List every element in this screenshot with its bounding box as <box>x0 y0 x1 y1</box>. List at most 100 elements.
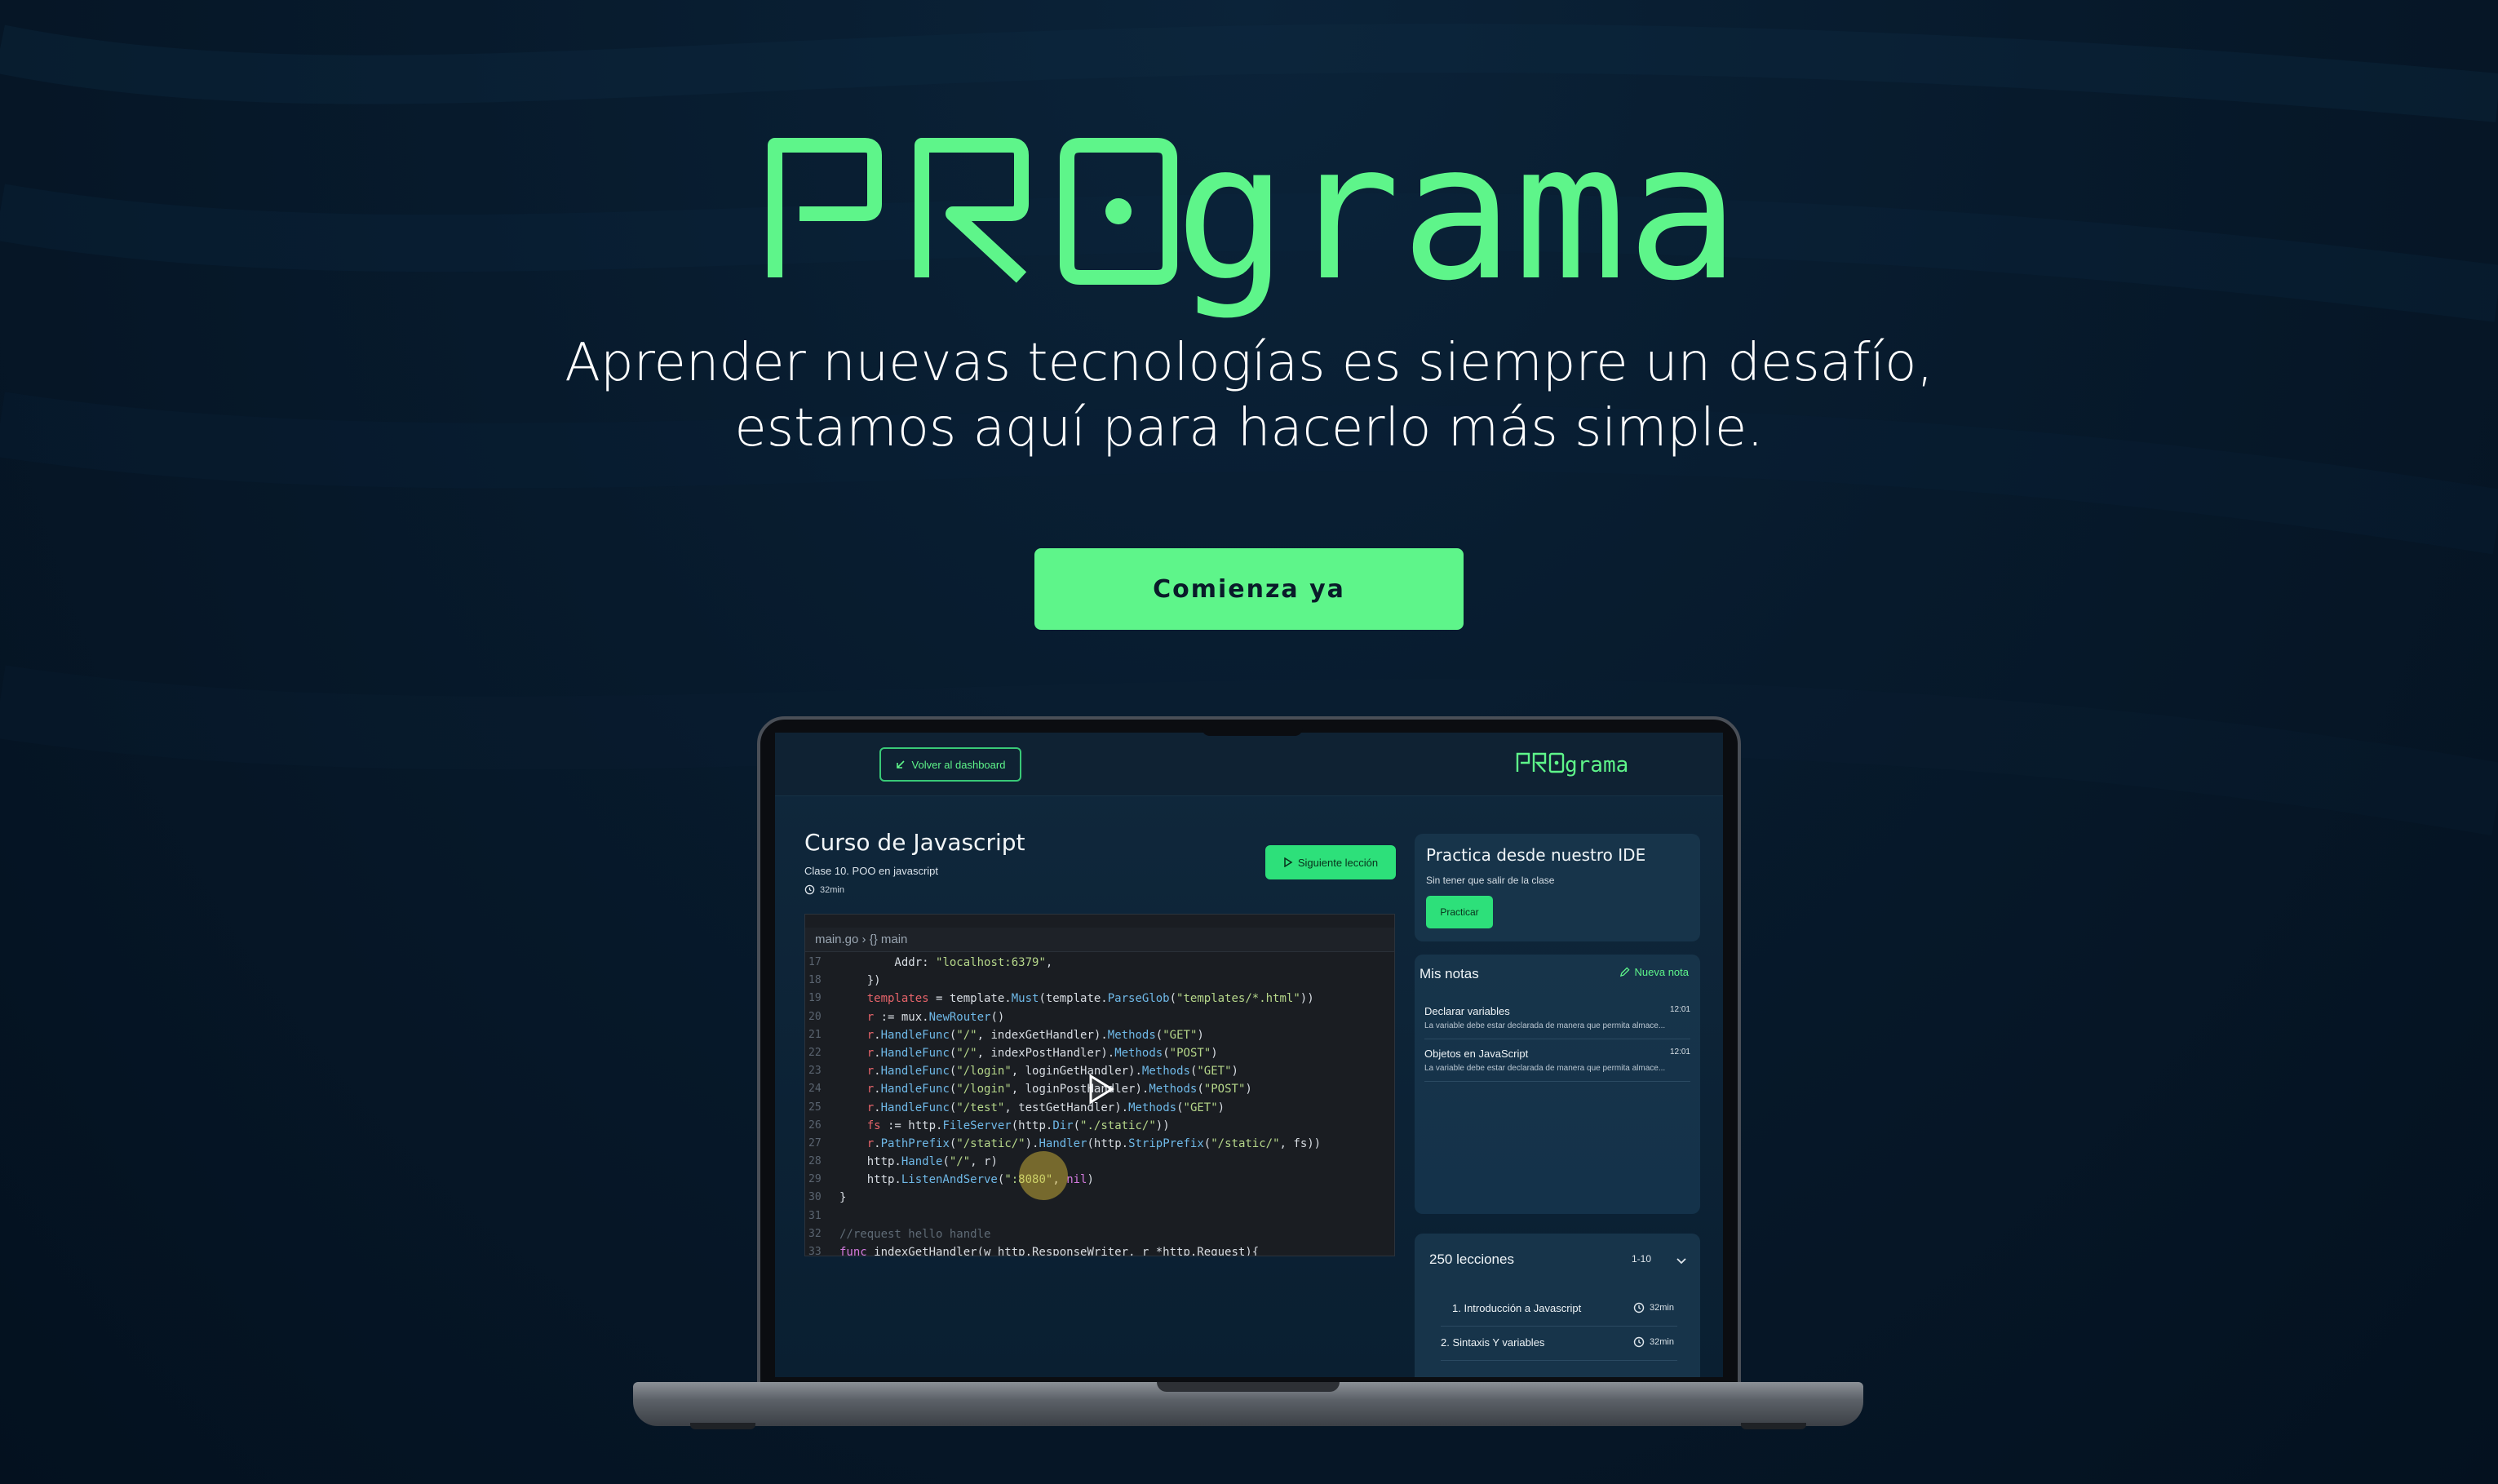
mouse-cursor-highlight <box>1019 1151 1068 1200</box>
hero-tagline: Aprender nuevas tecnologías es siempre u… <box>433 330 2065 461</box>
play-video-icon[interactable] <box>1084 1073 1117 1105</box>
line-number: 28 <box>808 1155 822 1168</box>
lesson-video-player[interactable]: main.go › {} main 17 Addr: "localhost:63… <box>804 914 1395 1256</box>
svg-text:grama: grama <box>1175 131 1730 322</box>
line-number: 31 <box>808 1209 822 1222</box>
note-time: 12:01 <box>1669 1005 1690 1014</box>
lessons-panel: 250 lecciones 1-10 1. Introducción a Jav… <box>1415 1234 1700 1377</box>
line-number: 20 <box>808 1010 822 1023</box>
lesson-duration: 32min <box>804 884 844 895</box>
note-time: 12:01 <box>1669 1048 1690 1057</box>
pencil-icon <box>1619 967 1630 977</box>
line-number: 24 <box>808 1083 822 1096</box>
lesson-list-item[interactable]: 1. Introducción a Javascript 32min <box>1441 1294 1677 1327</box>
line-number: 32 <box>808 1227 822 1240</box>
laptop-foot <box>1741 1423 1806 1429</box>
code-line: 17 Addr: "localhost:6379", <box>805 954 1394 972</box>
line-number: 22 <box>808 1046 822 1059</box>
line-number: 17 <box>808 956 822 968</box>
code-line: 33 func indexGetHandler(w http.ResponseWr… <box>805 1243 1394 1256</box>
laptop-foot <box>690 1423 755 1429</box>
code-text: fs := http.FileServer(http.Dir("./static… <box>866 1119 1170 1132</box>
app-logo: grama <box>1516 752 1628 777</box>
ide-practice-card: Practica desde nuestro IDE Sin tener que… <box>1415 834 1700 941</box>
lesson-time-text: 32min <box>1650 1303 1674 1313</box>
code-text: Addr: "localhost:6379", <box>839 956 1053 969</box>
note-title: Objetos en JavaScript <box>1424 1048 1529 1060</box>
note-title: Declarar variables <box>1424 1005 1510 1017</box>
lesson-time: 32min <box>1633 1302 1674 1313</box>
note-preview: La variable debe estar declarada de mane… <box>1424 1021 1666 1030</box>
next-lesson-label: Siguiente lección <box>1297 856 1379 869</box>
clock-icon <box>1633 1336 1645 1348</box>
code-text: r := mux.NewRouter() <box>866 1010 1005 1024</box>
lesson-time: 32min <box>1633 1336 1674 1348</box>
ide-card-subtitle: Sin tener que salir de la clase <box>1426 875 1555 886</box>
lesson-name: 1. Introducción a Javascript <box>1452 1302 1582 1314</box>
start-now-button[interactable]: Comienza ya <box>1034 548 1464 630</box>
lesson-list-item[interactable]: 2. Sintaxis Y variables 32min <box>1441 1328 1677 1361</box>
lessons-count: 250 lecciones <box>1429 1251 1514 1267</box>
tagline-line-2: estamos aquí para hacerlo más simple. <box>734 398 1764 458</box>
code-text: //request hello handle <box>839 1227 991 1241</box>
laptop-base <box>633 1382 1863 1429</box>
code-line: 18 }) <box>805 972 1394 990</box>
notes-title: Mis notas <box>1420 966 1479 981</box>
code-text: func indexGetHandler(w http.ResponseWrit… <box>839 1246 1260 1256</box>
note-item[interactable]: Declarar variables 12:01 La variable deb… <box>1424 1002 1690 1039</box>
code-text: r.HandleFunc("/", indexPostHandler).Meth… <box>866 1046 1218 1060</box>
back-to-dashboard-button[interactable]: Volver al dashboard <box>879 747 1021 782</box>
programa-logo: grama <box>768 131 1730 322</box>
line-number: 23 <box>808 1065 822 1078</box>
camera-notch <box>1202 720 1303 736</box>
line-number: 30 <box>808 1191 822 1204</box>
new-note-button[interactable]: Nueva nota <box>1619 966 1690 978</box>
code-text: } <box>839 1191 847 1205</box>
lesson-name: 2. Sintaxis Y variables <box>1441 1336 1545 1349</box>
lessons-range: 1-10 <box>1632 1253 1652 1265</box>
play-icon <box>1284 857 1293 867</box>
svg-text:grama: grama <box>1565 753 1628 777</box>
new-note-label: Nueva nota <box>1634 966 1690 978</box>
code-line: 22 r.HandleFunc("/", indexPostHandler).M… <box>805 1044 1394 1062</box>
line-number: 33 <box>808 1246 822 1256</box>
code-text: r.PathPrefix("/static/").Handler(http.St… <box>866 1136 1322 1150</box>
note-preview: La variable debe estar declarada de mane… <box>1424 1064 1666 1073</box>
code-line: 27 r.PathPrefix("/static/").Handler(http… <box>805 1135 1394 1153</box>
arrow-down-left-icon <box>896 760 905 769</box>
code-line: 31 <box>805 1207 1394 1225</box>
code-text: r.HandleFunc("/login", loginPostHandler)… <box>866 1083 1252 1096</box>
code-text: r.HandleFunc("/test", testGetHandler).Me… <box>866 1101 1225 1114</box>
code-line: 19 templates = template.Must(template.Pa… <box>805 990 1394 1008</box>
code-text: http.Handle("/", r) <box>839 1155 998 1169</box>
line-number: 29 <box>808 1173 822 1186</box>
clock-icon <box>804 884 815 895</box>
code-line: 29 http.ListenAndServe(":8080", nil) <box>805 1171 1394 1189</box>
chevron-down-icon[interactable] <box>1676 1255 1687 1266</box>
code-line: 32 //request hello handle <box>805 1225 1394 1243</box>
code-line: 20 r := mux.NewRouter() <box>805 1008 1394 1026</box>
line-number: 26 <box>808 1119 822 1132</box>
tagline-line-1: Aprender nuevas tecnologías es siempre u… <box>565 333 1933 393</box>
line-number: 18 <box>808 974 822 987</box>
code-text: r.HandleFunc("/login", loginGetHandler).… <box>866 1065 1238 1079</box>
code-line: 21 r.HandleFunc("/", indexGetHandler).Me… <box>805 1026 1394 1044</box>
code-text: r.HandleFunc("/", indexGetHandler).Metho… <box>866 1028 1204 1042</box>
next-lesson-button[interactable]: Siguiente lección <box>1265 845 1396 879</box>
clock-icon <box>1633 1302 1645 1313</box>
line-number: 27 <box>808 1136 822 1150</box>
editor-breadcrumb: main.go › {} main <box>805 928 1394 952</box>
practice-button[interactable]: Practicar <box>1426 896 1493 928</box>
lesson-time-text: 32min <box>1650 1337 1674 1347</box>
laptop-mockup: Volver al dashboard grama Curso de Javas… <box>757 716 1741 1385</box>
laptop-hinge-notch <box>1157 1382 1340 1392</box>
app-header: Volver al dashboard grama <box>775 733 1723 796</box>
note-item[interactable]: Objetos en JavaScript 12:01 La variable … <box>1424 1044 1690 1082</box>
lesson-subtitle: Clase 10. POO en javascript <box>804 865 939 877</box>
code-line: 30} <box>805 1189 1394 1207</box>
course-title: Curso de Javascript <box>804 829 1025 856</box>
code-text: }) <box>839 974 881 988</box>
laptop-screen: Volver al dashboard grama Curso de Javas… <box>775 733 1723 1377</box>
ide-card-title: Practica desde nuestro IDE <box>1426 845 1646 865</box>
code-line: 28 http.Handle("/", r) <box>805 1153 1394 1171</box>
